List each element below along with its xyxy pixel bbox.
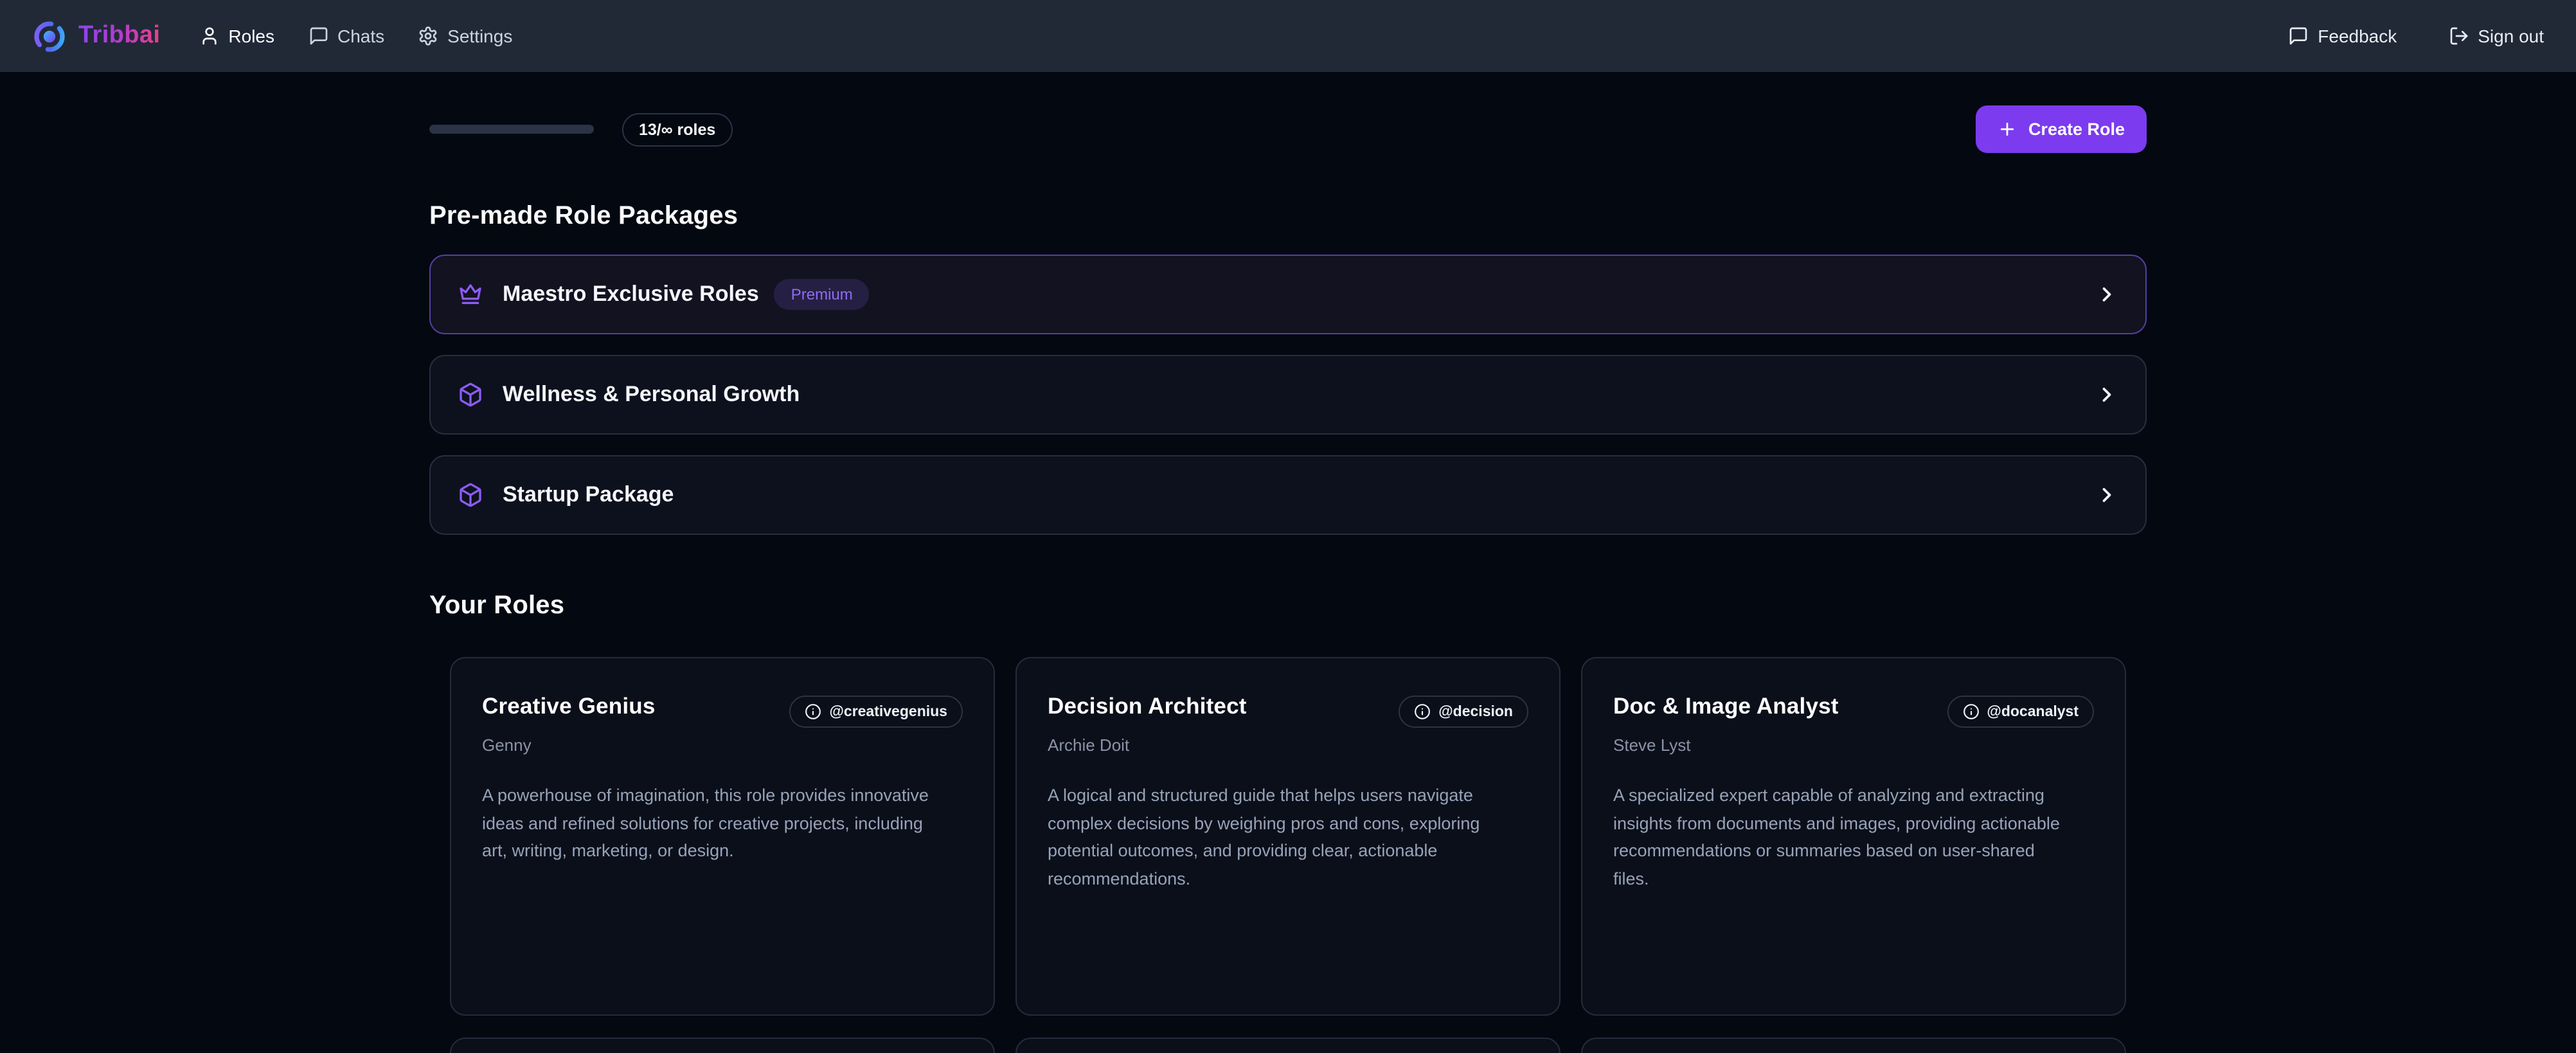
user-icon <box>199 26 219 46</box>
message-square-icon <box>308 26 328 46</box>
package-title: Wellness & Personal Growth <box>503 382 800 408</box>
role-subtitle: Steve Lyst <box>1613 735 2094 755</box>
role-card[interactable] <box>450 1038 995 1053</box>
info-icon <box>1414 703 1431 720</box>
app-root: Tribbai Roles Chats Settings <box>0 0 2576 1053</box>
roles-count-badge: 13/∞ roles <box>622 113 732 146</box>
roles-progress-bar <box>429 125 594 134</box>
roles-limit-row: 13/∞ roles Create Role <box>429 105 2147 153</box>
role-title: Creative Genius <box>482 693 656 720</box>
premium-badge: Premium <box>774 279 870 310</box>
role-card-doc-image-analyst[interactable]: Doc & Image Analyst @docanalyst Steve Ly… <box>1581 657 2126 1016</box>
role-subtitle: Genny <box>482 735 963 755</box>
role-handle-badge[interactable]: @decision <box>1399 696 1528 728</box>
brand-logo[interactable]: Tribbai <box>32 19 160 53</box>
feedback-label: Feedback <box>2318 26 2397 46</box>
role-card-decision-architect[interactable]: Decision Architect @decision Archie Doit… <box>1015 657 1561 1016</box>
role-handle: @creativegenius <box>829 704 947 719</box>
plus-icon <box>1998 120 2017 139</box>
info-icon <box>805 703 821 720</box>
package-row-maestro[interactable]: Maestro Exclusive Roles Premium <box>429 255 2147 334</box>
main-content: 13/∞ roles Create Role Pre-made Role Pac… <box>429 105 2147 1053</box>
nav-item-settings[interactable]: Settings <box>418 26 512 46</box>
top-navbar: Tribbai Roles Chats Settings <box>0 0 2576 72</box>
package-icon <box>458 482 483 508</box>
package-row-wellness[interactable]: Wellness & Personal Growth <box>429 355 2147 435</box>
crown-icon <box>458 282 483 307</box>
nav-item-label: Roles <box>228 26 274 46</box>
your-roles-heading: Your Roles <box>429 591 2147 621</box>
role-title: Doc & Image Analyst <box>1613 693 1839 720</box>
package-title: Startup Package <box>503 482 674 508</box>
nav-right: Feedback Sign out <box>2288 26 2544 46</box>
create-role-button[interactable]: Create Role <box>1976 105 2147 153</box>
sign-out-icon <box>2448 26 2469 46</box>
role-description: A specialized expert capable of analyzin… <box>1613 782 2068 893</box>
package-icon <box>458 382 483 408</box>
role-description: A logical and structured guide that help… <box>1048 782 1503 893</box>
gear-icon <box>418 26 438 46</box>
role-handle-badge[interactable]: @docanalyst <box>1947 696 2094 728</box>
role-card[interactable] <box>1015 1038 1561 1053</box>
message-square-icon <box>2288 26 2309 46</box>
nav-item-label: Settings <box>447 26 512 46</box>
package-row-startup[interactable]: Startup Package <box>429 455 2147 535</box>
role-title: Decision Architect <box>1048 693 1247 720</box>
role-subtitle: Archie Doit <box>1048 735 1528 755</box>
package-title: Maestro Exclusive Roles <box>503 282 759 307</box>
role-handle: @docanalyst <box>1987 704 2079 719</box>
chevron-right-icon <box>2095 283 2118 306</box>
nav-item-chats[interactable]: Chats <box>308 26 384 46</box>
role-card-creative-genius[interactable]: Creative Genius @creativegenius Genny A … <box>450 657 995 1016</box>
sign-out-label: Sign out <box>2478 26 2544 46</box>
nav-item-roles[interactable]: Roles <box>199 26 274 46</box>
role-card[interactable] <box>1581 1038 2126 1053</box>
card-header: Creative Genius @creativegenius <box>482 693 963 728</box>
brand-wordmark: Tribbai <box>78 22 160 50</box>
nav-item-label: Chats <box>337 26 384 46</box>
chevron-right-icon <box>2095 383 2118 406</box>
create-role-label: Create Role <box>2028 120 2125 139</box>
roles-card-grid: Creative Genius @creativegenius Genny A … <box>450 657 2126 1053</box>
packages-heading: Pre-made Role Packages <box>429 202 2147 231</box>
role-description: A powerhouse of imagination, this role p… <box>482 782 937 865</box>
sign-out-button[interactable]: Sign out <box>2448 26 2544 46</box>
role-handle: @decision <box>1438 704 1513 719</box>
card-header: Decision Architect @decision <box>1048 693 1528 728</box>
nav-links: Roles Chats Settings <box>199 26 512 46</box>
feedback-button[interactable]: Feedback <box>2288 26 2397 46</box>
info-icon <box>1962 703 1979 720</box>
chevron-right-icon <box>2095 483 2118 507</box>
card-header: Doc & Image Analyst @docanalyst <box>1613 693 2094 728</box>
package-list: Maestro Exclusive Roles Premium Wellness… <box>429 255 2147 535</box>
tribbai-logo-icon <box>32 19 67 53</box>
role-handle-badge[interactable]: @creativegenius <box>789 696 963 728</box>
